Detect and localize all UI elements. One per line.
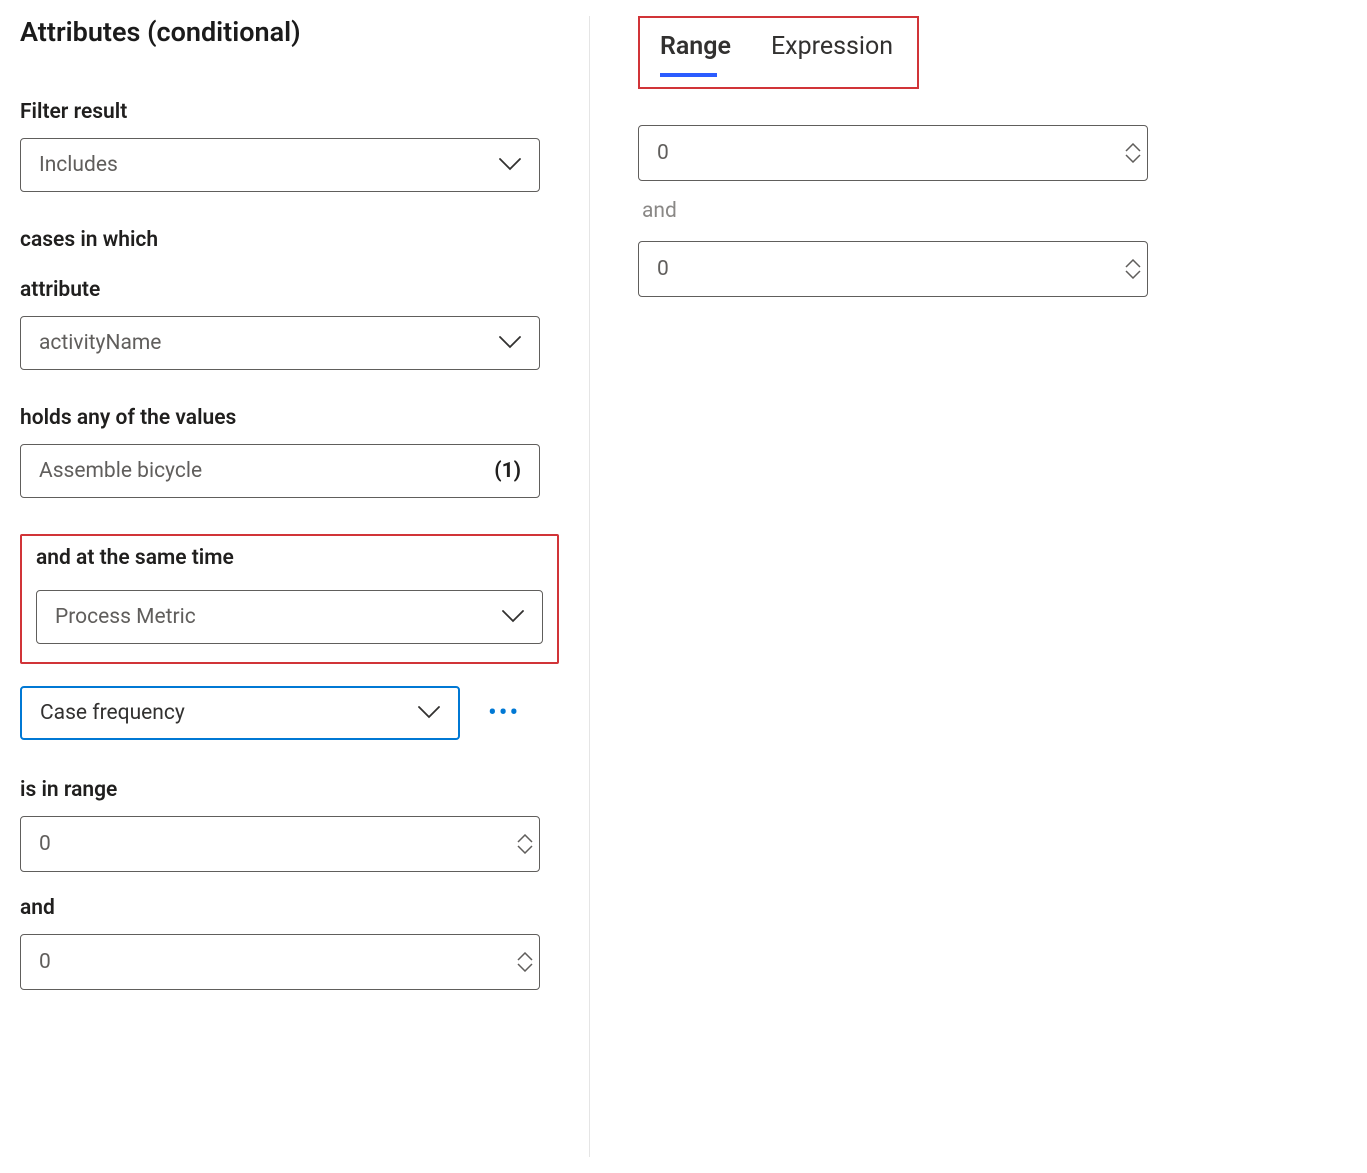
in-range-label: is in range	[20, 778, 559, 802]
range-from-field: is in range 0	[20, 778, 559, 872]
filter-result-dropdown[interactable]: Includes	[20, 138, 540, 192]
chevron-down-icon	[502, 610, 524, 624]
highlight-tabs-group: Range Expression	[638, 16, 919, 89]
attribute-dropdown[interactable]: activityName	[20, 316, 540, 370]
filter-result-label: Filter result	[20, 100, 559, 124]
detail-to-value: 0	[657, 257, 669, 281]
range-to-input[interactable]: 0	[20, 934, 540, 990]
filter-result-value: Includes	[39, 153, 118, 177]
holds-count: (1)	[494, 459, 521, 483]
page-title: Attributes (conditional)	[20, 16, 559, 48]
range-to-value: 0	[39, 950, 51, 974]
detail-and-label: and	[642, 199, 1347, 223]
filter-pane: Attributes (conditional) Filter result I…	[20, 16, 590, 1157]
detail-pane: Range Expression 0 and 0	[590, 16, 1347, 1157]
cases-in-which-label-field: cases in which	[20, 228, 559, 252]
holds-count-wrapper: (1)	[494, 459, 521, 483]
filter-result-field: Filter result Includes	[20, 100, 559, 192]
holds-values-field: holds any of the values Assemble bicycle…	[20, 406, 559, 498]
spinner-icon[interactable]	[1125, 143, 1141, 163]
metric-value: Case frequency	[40, 701, 185, 725]
tab-range[interactable]: Range	[660, 26, 731, 75]
chevron-down-icon	[418, 706, 440, 720]
same-time-dropdown[interactable]: Process Metric	[36, 590, 543, 644]
attribute-field: attribute activityName	[20, 278, 559, 370]
holds-values-combobox[interactable]: Assemble bicycle (1)	[20, 444, 540, 498]
same-time-value: Process Metric	[55, 605, 196, 629]
range-from-input[interactable]: 0	[20, 816, 540, 872]
range-to-field: and 0	[20, 896, 559, 990]
holds-label: holds any of the values	[20, 406, 559, 430]
highlight-same-time-section: and at the same time Process Metric	[20, 534, 559, 664]
detail-from-value: 0	[657, 141, 669, 165]
attribute-value: activityName	[39, 331, 161, 355]
tab-expression[interactable]: Expression	[771, 26, 893, 75]
range-from-value: 0	[39, 832, 51, 856]
chevron-down-icon	[499, 336, 521, 350]
holds-value: Assemble bicycle	[39, 459, 202, 483]
same-time-label: and at the same time	[36, 546, 543, 570]
range-to-input-detail[interactable]: 0	[638, 241, 1148, 297]
chevron-down-icon	[499, 158, 521, 172]
cases-in-which-label: cases in which	[20, 228, 559, 252]
more-icon[interactable]: •••	[488, 700, 520, 726]
and-label: and	[20, 896, 559, 920]
spinner-icon[interactable]	[517, 952, 533, 972]
spinner-icon[interactable]	[517, 834, 533, 854]
metric-row: Case frequency •••	[20, 686, 559, 740]
spinner-icon[interactable]	[1125, 259, 1141, 279]
attribute-label: attribute	[20, 278, 559, 302]
range-from-input-detail[interactable]: 0	[638, 125, 1148, 181]
metric-dropdown[interactable]: Case frequency	[20, 686, 460, 740]
